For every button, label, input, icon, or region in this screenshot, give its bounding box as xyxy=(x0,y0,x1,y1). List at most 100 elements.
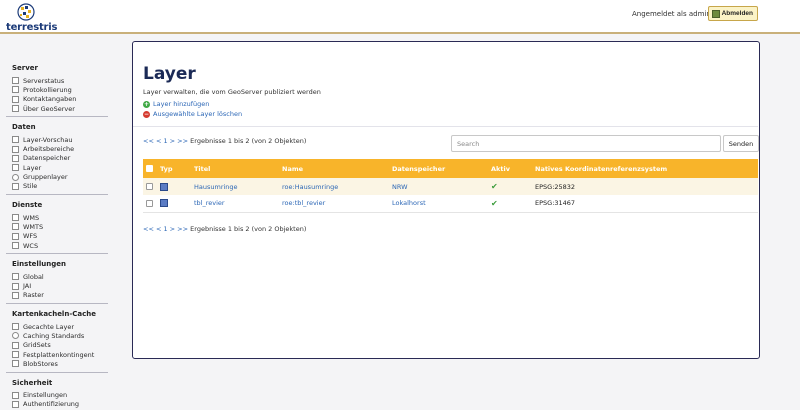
sidebar-item-gecachte-layer[interactable]: Gecachte Layer xyxy=(6,322,108,331)
logged-in-status: Angemeldet als admin. xyxy=(631,10,713,18)
sidebar-item-festplattenkontingent[interactable]: Festplattenkontingent xyxy=(6,350,108,359)
row-checkbox[interactable] xyxy=(146,199,153,207)
remove-layers-label: Ausgewählte Layer löschen xyxy=(153,110,243,118)
sidebar-item-jai[interactable]: JAI xyxy=(6,281,108,290)
add-layer-label: Layer hinzufügen xyxy=(153,100,210,108)
select-all-checkbox[interactable] xyxy=(146,165,153,172)
sidebar-item-global[interactable]: Global xyxy=(6,272,108,281)
sidebar-item-label: WCS xyxy=(23,241,39,250)
active-check-icon: ✔ xyxy=(491,182,498,191)
layer-title-link[interactable]: tbl_revier xyxy=(194,199,225,207)
disk-quota-icon xyxy=(12,351,19,359)
group-icon xyxy=(12,173,19,181)
sidebar-item-caching-standards[interactable]: Caching Standards xyxy=(6,331,108,340)
raster-icon xyxy=(12,291,19,299)
layer-name-link[interactable]: roe:Hausumringe xyxy=(282,183,338,191)
sidebar-item-blobstores[interactable]: BlobStores xyxy=(6,359,108,368)
sidebar-item-authentifizierung[interactable]: Authentifizierung xyxy=(6,400,108,409)
remove-selected-layers-link[interactable]: − Ausgewählte Layer löschen xyxy=(143,110,242,118)
sidebar-section: Sicherheit Einstellungen Authentifizierung xyxy=(6,379,108,410)
layer-title-link[interactable]: Hausumringe xyxy=(194,183,238,191)
col-store[interactable]: Datenspeicher xyxy=(389,159,488,178)
sidebar-item-gruppenlayer[interactable]: Gruppenlayer xyxy=(6,172,108,181)
sidebar-item-label: Gruppenlayer xyxy=(23,173,68,182)
layer-table: Typ Titel Name Datenspeicher Aktiv Nativ… xyxy=(143,159,758,213)
pager-top: << < 1 > >> Ergebnisse 1 bis 2 (von 2 Ob… xyxy=(143,137,306,145)
col-name[interactable]: Name xyxy=(279,159,389,178)
terrestris-logo[interactable]: terrestris xyxy=(6,3,66,33)
logo-wordmark: terrestris xyxy=(6,22,58,33)
sidebar-section: Server Serverstatus Protokollierung Kontakt… xyxy=(6,64,108,118)
sidebar-section: Einstellungen Global JAI Raster xyxy=(6,260,108,305)
sidebar-item-label: Arbeitsbereiche xyxy=(23,145,75,154)
sidebar-item-einstellungen[interactable]: Einstellungen xyxy=(6,391,108,400)
wfs-icon xyxy=(12,232,19,240)
sidebar-section: Dienste WMS WMTS WFS WCS xyxy=(6,200,108,255)
sidebar-item-wfs[interactable]: WFS xyxy=(6,232,108,241)
table-row: tbl_revier roe:tbl_revier Lokalhorst ✔ E… xyxy=(143,195,758,212)
workspace-icon xyxy=(12,145,19,153)
sidebar-item-wms[interactable]: WMS xyxy=(6,213,108,222)
sidebar-item-label: WMS xyxy=(23,213,40,222)
col-active[interactable]: Aktiv xyxy=(488,159,532,178)
col-title[interactable]: Titel xyxy=(191,159,279,178)
active-check-icon: ✔ xyxy=(491,198,498,208)
send-button[interactable]: Senden xyxy=(723,135,759,152)
pager-links[interactable]: << < 1 > >> xyxy=(143,225,188,233)
store-link[interactable]: Lokalhorst xyxy=(392,199,426,207)
sidebar-item-label: GridSets xyxy=(23,341,51,350)
sidebar-item-label: Global xyxy=(23,272,44,281)
style-icon xyxy=(12,182,19,190)
sidebar-item-layer-vorschau[interactable]: Layer-Vorschau xyxy=(6,135,108,144)
header-bar: terrestris Angemeldet als admin. Abmelde… xyxy=(0,0,800,34)
add-layer-link[interactable]: + Layer hinzufügen xyxy=(143,100,209,108)
sidebar-item-wmts[interactable]: WMTS xyxy=(6,222,108,231)
sidebar-item-label: WMTS xyxy=(23,222,44,231)
sidebar-nav: Server Serverstatus Protokollierung Kontakt… xyxy=(6,64,108,410)
logout-icon xyxy=(711,9,720,18)
sidebar-item-gridsets[interactable]: GridSets xyxy=(6,341,108,350)
col-type[interactable]: Typ xyxy=(157,159,191,178)
logout-button[interactable]: Abmelden xyxy=(707,6,758,21)
row-checkbox[interactable] xyxy=(146,183,153,190)
sidebar-section-title: Dienste xyxy=(12,200,43,209)
crs-value: EPSG:25832 xyxy=(535,182,576,191)
page-title: Layer xyxy=(143,64,196,84)
sidebar-item-label: Serverstatus xyxy=(23,76,65,85)
sidebar-section-title: Einstellungen xyxy=(12,260,66,269)
pager-results: Ergebnisse 1 bis 2 (von 2 Objekten) xyxy=(190,225,307,233)
layer-name-link[interactable]: roe:tbl_revier xyxy=(282,199,325,207)
col-crs[interactable]: Natives Koordinatenreferenzsystem xyxy=(532,159,758,178)
store-link[interactable]: NRW xyxy=(392,183,408,191)
pager-links[interactable]: << < 1 > >> xyxy=(143,137,188,145)
sidebar-item-stile[interactable]: Stile xyxy=(6,182,108,191)
main-panel: Layer Layer verwalten, die vom GeoServer… xyxy=(132,41,760,359)
sidebar-item-serverstatus[interactable]: Serverstatus xyxy=(6,76,108,85)
sidebar-item-label: Kontaktangaben xyxy=(23,95,77,104)
search-input[interactable] xyxy=(451,135,721,152)
sidebar-item-label: Layer-Vorschau xyxy=(23,135,73,144)
sidebar-item-kontaktangaben[interactable]: Kontaktangaben xyxy=(6,95,108,104)
contact-icon xyxy=(12,95,19,103)
page-description: Layer verwalten, die vom GeoServer publi… xyxy=(143,88,321,96)
sidebar-item-datenspeicher[interactable]: Datenspeicher xyxy=(6,154,108,163)
sidebar-item-label: Authentifizierung xyxy=(23,400,80,409)
vector-layer-icon xyxy=(160,199,168,208)
sidebar-section-title: Server xyxy=(12,64,39,72)
sidebar-item-label: Datenspeicher xyxy=(23,154,71,163)
sidebar-item-layer[interactable]: Layer xyxy=(6,163,108,172)
sidebar-item-protokollierung[interactable]: Protokollierung xyxy=(6,85,108,94)
table-header-row: Typ Titel Name Datenspeicher Aktiv Nativ… xyxy=(143,159,758,178)
sidebar-item-label: BlobStores xyxy=(23,359,58,368)
sidebar-item-arbeitsbereiche[interactable]: Arbeitsbereiche xyxy=(6,144,108,153)
wcs-icon xyxy=(12,242,19,249)
gridset-icon xyxy=(12,341,19,349)
globe-logo-icon xyxy=(17,3,35,21)
global-icon xyxy=(12,273,19,281)
sidebar-item-raster[interactable]: Raster xyxy=(6,291,108,300)
sidebar-item-über-geoserver[interactable]: Über GeoServer xyxy=(6,104,108,113)
sidebar-section: Kartenkacheln-Cache Gecachte Layer Caching… xyxy=(6,310,108,373)
vector-layer-icon xyxy=(160,182,168,191)
key-icon xyxy=(12,391,19,399)
sidebar-item-wcs[interactable]: WCS xyxy=(6,241,108,250)
